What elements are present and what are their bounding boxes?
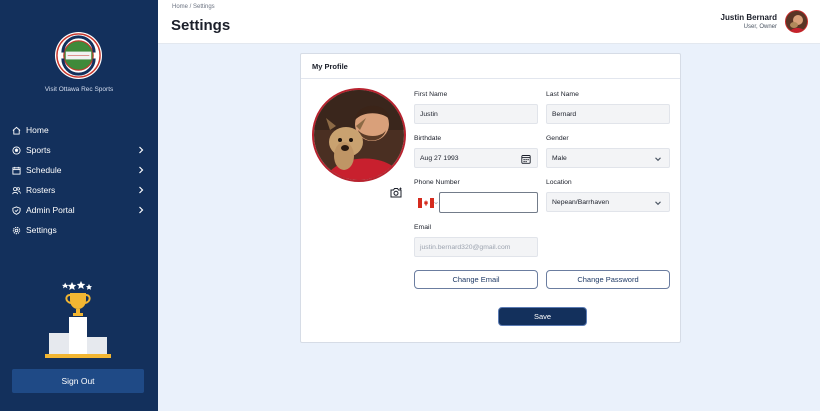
chevron-down-icon [655,201,661,206]
users-icon [12,186,21,195]
sidebar-item-label: Settings [26,225,57,235]
gender-select[interactable]: Male [546,148,670,168]
calendar-icon [12,166,21,175]
calendar-icon[interactable] [521,154,531,164]
sidebar-item-label: Home [26,125,49,135]
sidebar-item-sports[interactable]: Sports [0,140,158,160]
shield-icon [12,205,21,215]
sign-out-button[interactable]: Sign Out [12,369,144,393]
ball-icon [12,145,21,155]
phone-label: Phone Number [414,179,460,186]
home-icon [12,126,21,135]
change-password-button[interactable]: Change Password [546,270,670,289]
canada-flag-icon [418,197,434,208]
profile-photo [312,88,406,182]
chevron-down-icon [655,157,661,162]
sidebar-item-label: Admin Portal [26,205,75,215]
sidebar-item-label: Sports [26,145,51,155]
chevron-right-icon [139,146,144,154]
ottawa-rec-sports-logo[interactable] [54,31,103,80]
birthdate-value: Aug 27 1993 [420,154,459,162]
first-name-label: First Name [414,91,448,98]
phone-field [414,192,538,213]
sidebar-item-rosters[interactable]: Rosters [0,180,158,200]
visit-site-link[interactable]: Visit Ottawa Rec Sports [0,86,158,93]
page-title: Settings [171,17,231,34]
email-field: justin.bernard320@gmail.com [414,237,538,257]
sidebar-item-label: Schedule [26,165,62,175]
email-label: Email [414,224,431,231]
camera-icon[interactable] [390,187,402,198]
sidebar: Visit Ottawa Rec Sports Home Sports Sche… [0,0,158,411]
location-value: Nepean/Barrhaven [552,198,610,206]
user-name: Justin Bernard [720,13,777,22]
country-flag-select[interactable] [414,192,439,213]
avatar[interactable] [785,10,808,33]
gender-value: Male [552,154,567,162]
birthdate-field[interactable]: Aug 27 1993 [414,148,538,168]
profile-card: My Profile First Name Justin Last Name B… [300,53,681,343]
sidebar-item-admin-portal[interactable]: Admin Portal [0,200,158,220]
last-name-label: Last Name [546,91,579,98]
last-name-field[interactable]: Bernard [546,104,670,124]
breadcrumb: Home / Settings [172,4,215,10]
chevron-right-icon [139,206,144,214]
gear-icon [12,226,21,235]
birthdate-label: Birthdate [414,135,442,142]
location-label: Location [546,179,572,186]
location-select[interactable]: Nepean/Barrhaven [546,192,670,212]
first-name-field[interactable]: Justin [414,104,538,124]
chevron-right-icon [139,166,144,174]
sidebar-item-label: Rosters [26,185,56,195]
gender-label: Gender [546,135,569,142]
sidebar-nav: Home Sports Schedule Rosters Admin Porta… [0,120,158,240]
chevron-right-icon [139,186,144,194]
change-email-button[interactable]: Change Email [414,270,538,289]
top-header: Home / Settings Settings Justin Bernard … [158,0,820,44]
user-role: User, Owner [743,24,777,30]
sidebar-item-home[interactable]: Home [0,120,158,140]
trophy-podium-illustration [45,281,111,358]
sidebar-item-settings[interactable]: Settings [0,220,158,240]
phone-input[interactable] [439,192,538,213]
card-title: My Profile [301,54,680,79]
save-button[interactable]: Save [498,307,587,326]
caret-down-icon [434,201,438,204]
sidebar-item-schedule[interactable]: Schedule [0,160,158,180]
